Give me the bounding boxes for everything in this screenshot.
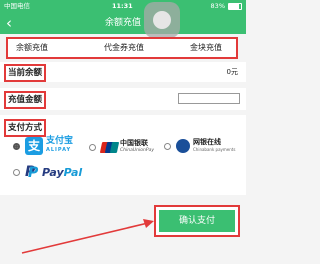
tab-gold-recharge[interactable]: 金块充值 bbox=[190, 39, 222, 57]
assistive-touch-button[interactable] bbox=[144, 2, 180, 38]
balance-row: 当前余额 0元 bbox=[0, 62, 246, 82]
alipay-logo: 支 支付宝 ALIPAY bbox=[25, 137, 73, 155]
confirm-highlight-box: 确认支付 bbox=[154, 205, 240, 237]
alipay-name: 支付宝 bbox=[46, 136, 74, 146]
payment-method-label: 支付方式 bbox=[4, 119, 47, 137]
radio-unionpay[interactable] bbox=[89, 143, 96, 151]
radio-paypal[interactable] bbox=[13, 168, 20, 176]
payment-option-alipay[interactable]: 支 支付宝 ALIPAY bbox=[13, 137, 73, 155]
alipay-name-en: ALIPAY bbox=[46, 147, 72, 153]
page-title: 余额充值 bbox=[104, 18, 141, 28]
amount-row: 充值金额 bbox=[0, 88, 246, 110]
payment-section: 支付方式 支 支付宝 ALIPAY 中国银联 ChinaUnionPay 网银在… bbox=[0, 115, 246, 195]
radio-chinabank[interactable] bbox=[164, 142, 171, 150]
unionpay-icon bbox=[99, 141, 120, 153]
status-bar: 中国电信 11:31 83% bbox=[0, 0, 246, 12]
payment-option-unionpay[interactable]: 中国银联 ChinaUnionPay bbox=[89, 140, 154, 154]
clock: 11:31 bbox=[112, 2, 133, 10]
paypal-icon: PP bbox=[25, 164, 39, 181]
confirm-pay-button[interactable]: 确认支付 bbox=[159, 210, 235, 232]
amount-label: 充值金额 bbox=[4, 91, 47, 109]
unionpay-name: 中国银联 bbox=[120, 139, 148, 147]
chinabank-name: 网银在线 bbox=[193, 138, 221, 146]
unionpay-name-en: ChinaUnionPay bbox=[120, 148, 154, 153]
radio-alipay[interactable] bbox=[13, 142, 20, 150]
chinabank-icon bbox=[176, 139, 190, 153]
tab-bar: 余额充值 代金券充值 金块充值 bbox=[6, 37, 238, 59]
paypal-logo: PayPal bbox=[42, 165, 83, 179]
chinabank-name-en: Chinabank payments bbox=[193, 147, 236, 152]
battery-icon bbox=[228, 2, 242, 10]
balance-label: 当前余额 bbox=[4, 64, 47, 82]
tab-balance-recharge[interactable]: 余额充值 bbox=[16, 39, 48, 57]
status-right: 83% bbox=[211, 0, 242, 12]
payment-option-paypal[interactable]: PP PayPal bbox=[13, 164, 83, 181]
amount-input[interactable] bbox=[178, 93, 240, 104]
alipay-icon: 支 bbox=[25, 137, 43, 155]
balance-value: 0元 bbox=[226, 68, 238, 76]
nav-bar: ‹ 余额充值 bbox=[0, 12, 246, 34]
carrier-name: 中国电信 bbox=[4, 2, 30, 10]
battery-percent: 83% bbox=[210, 2, 225, 10]
tab-voucher-recharge[interactable]: 代金券充值 bbox=[104, 39, 144, 57]
payment-option-chinabank[interactable]: 网银在线 Chinabank payments bbox=[164, 139, 235, 153]
